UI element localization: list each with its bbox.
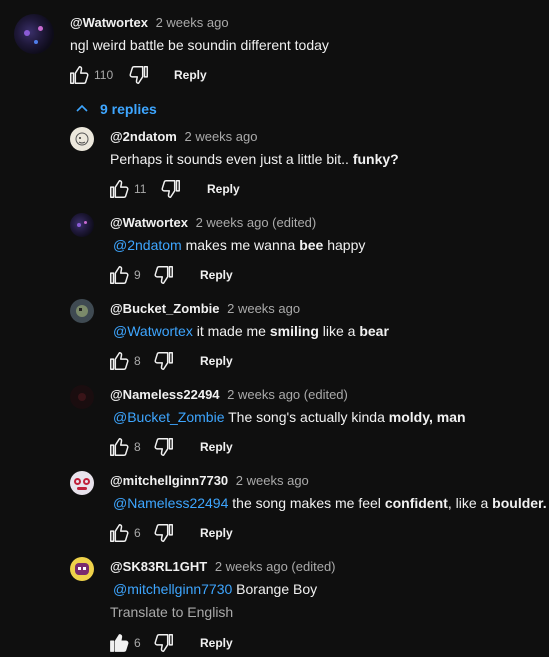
thumb-down-icon[interactable]	[153, 522, 175, 544]
thumb-down-icon[interactable]	[128, 64, 150, 86]
avatar[interactable]	[70, 213, 94, 237]
reply-header: @SK83RL1GHT 2 weeks ago (edited)	[110, 559, 336, 574]
thumb-up-icon[interactable]	[108, 436, 130, 458]
mention-link[interactable]: @mitchellginn7730	[113, 581, 232, 597]
like-count: 110	[94, 68, 114, 82]
mention-link[interactable]: @2ndatom	[113, 237, 182, 253]
reply-header: @Nameless22494 2 weeks ago (edited)	[110, 387, 348, 402]
reply-author[interactable]: @Watwortex	[110, 215, 188, 230]
thumb-down-icon[interactable]	[160, 178, 182, 200]
reply-text: Perhaps it sounds even just a little bit…	[110, 151, 399, 167]
comment-time[interactable]: 2 weeks ago	[156, 15, 229, 30]
reply-actions: 6 Reply	[108, 632, 308, 654]
like-count: 6	[134, 636, 141, 650]
mention-link[interactable]: @Nameless22494	[113, 495, 228, 511]
reply-header: @Watwortex 2 weeks ago (edited)	[110, 215, 316, 230]
reply-time[interactable]: 2 weeks ago (edited)	[196, 215, 317, 230]
comment-actions: 110 Reply	[68, 64, 268, 86]
reply-button[interactable]: Reply	[200, 440, 233, 454]
reply-author[interactable]: @mitchellginn7730	[110, 473, 228, 488]
like-count: 8	[134, 354, 141, 368]
like-count: 6	[134, 526, 141, 540]
like-count: 9	[134, 268, 141, 282]
reply-author[interactable]: @SK83RL1GHT	[110, 559, 207, 574]
thumb-down-icon[interactable]	[153, 632, 175, 654]
reply-actions: 8 Reply	[108, 436, 308, 458]
chevron-up-icon	[76, 104, 88, 112]
reply-actions: 11 Reply	[108, 178, 308, 200]
thumb-up-icon[interactable]	[108, 522, 130, 544]
reply-author[interactable]: @Bucket_Zombie	[110, 301, 219, 316]
thumb-down-icon[interactable]	[153, 436, 175, 458]
like-count: 8	[134, 440, 141, 454]
reply-actions: 9 Reply	[108, 264, 308, 286]
replies-count-label: 9 replies	[100, 101, 157, 117]
comment-text: ngl weird battle be soundin different to…	[70, 37, 329, 53]
reply-time[interactable]: 2 weeks ago	[184, 129, 257, 144]
avatar[interactable]	[70, 299, 94, 323]
reply-time[interactable]: 2 weeks ago	[236, 473, 309, 488]
reply-time[interactable]: 2 weeks ago (edited)	[215, 559, 336, 574]
thumb-up-icon[interactable]	[108, 350, 130, 372]
thumb-up-icon[interactable]	[108, 632, 130, 654]
thumb-up-icon[interactable]	[108, 178, 130, 200]
reply-author[interactable]: @2ndatom	[110, 129, 177, 144]
avatar[interactable]	[70, 471, 94, 495]
avatar[interactable]	[70, 385, 94, 409]
mention-link[interactable]: @Bucket_Zombie	[113, 409, 224, 425]
avatar[interactable]	[70, 127, 94, 151]
thumb-down-icon[interactable]	[153, 264, 175, 286]
reply-button[interactable]: Reply	[207, 182, 240, 196]
reply-header: @2ndatom 2 weeks ago	[110, 129, 257, 144]
thumb-up-icon[interactable]	[68, 64, 90, 86]
reply-actions: 6 Reply	[108, 522, 308, 544]
avatar[interactable]	[70, 557, 94, 581]
reply-time[interactable]: 2 weeks ago (edited)	[227, 387, 348, 402]
thumb-up-icon[interactable]	[108, 264, 130, 286]
avatar[interactable]	[14, 14, 54, 54]
reply-button[interactable]: Reply	[200, 268, 233, 282]
reply-time[interactable]: 2 weeks ago	[227, 301, 300, 316]
reply-button[interactable]: Reply	[174, 68, 207, 82]
reply-button[interactable]: Reply	[200, 354, 233, 368]
reply-author[interactable]: @Nameless22494	[110, 387, 220, 402]
reply-header: @Bucket_Zombie 2 weeks ago	[110, 301, 300, 316]
comment-header: @Watwortex 2 weeks ago	[70, 15, 229, 30]
reply-text: @2ndatom makes me wanna bee happy	[113, 237, 366, 253]
reply-text: @Watwortex it made me smiling like a bea…	[113, 323, 389, 339]
reply-actions: 8 Reply	[108, 350, 308, 372]
like-count: 11	[134, 182, 147, 196]
reply-button[interactable]: Reply	[200, 526, 233, 540]
mention-link[interactable]: @Watwortex	[113, 323, 193, 339]
translate-button[interactable]: Translate to English	[110, 604, 233, 620]
reply-text: @Nameless22494 the song makes me feel co…	[113, 495, 547, 511]
reply-button[interactable]: Reply	[200, 636, 233, 650]
thumb-down-icon[interactable]	[153, 350, 175, 372]
reply-text: @Bucket_Zombie The song's actually kinda…	[113, 409, 466, 425]
reply-header: @mitchellginn7730 2 weeks ago	[110, 473, 309, 488]
comment-author[interactable]: @Watwortex	[70, 15, 148, 30]
reply-text: @mitchellginn7730 Borange Boy	[113, 581, 318, 597]
